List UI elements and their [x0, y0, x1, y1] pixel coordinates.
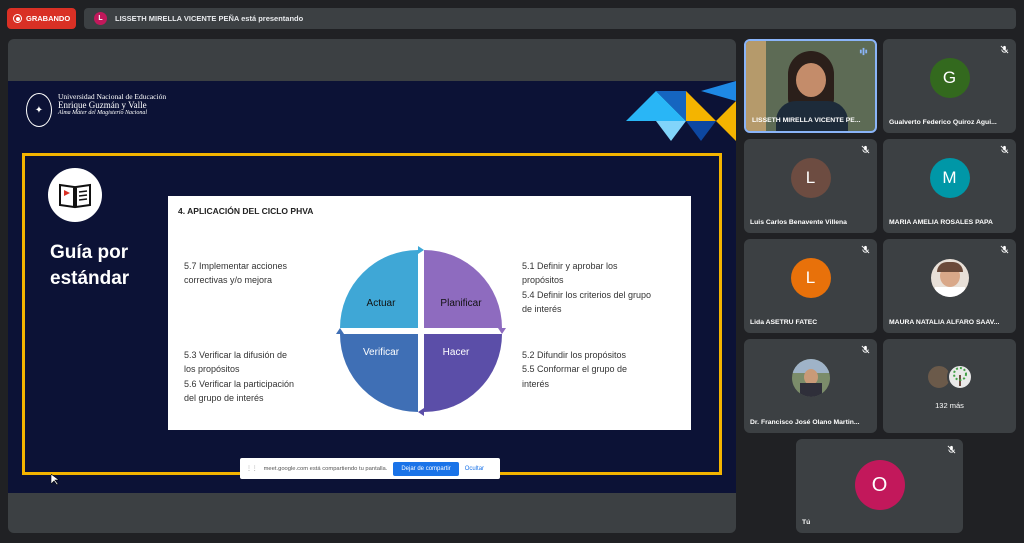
participant-tile-lida[interactable]: L Lida ASETRU FATEC: [744, 239, 877, 333]
participant-name: Gualverto Federico Quiroz Agui...: [889, 119, 997, 126]
self-name: Tú: [802, 519, 811, 526]
participant-name: MAURA NATALIA ALFARO SAAV...: [889, 319, 1000, 326]
phva-card: 4. APLICACIÓN DEL CICLO PHVA 5.7 Impleme…: [168, 196, 691, 430]
planificar-quadrant: [424, 250, 502, 328]
participant-grid: LISSETH MIRELLA VICENTE PE... G Gualvert…: [744, 39, 1016, 533]
mic-off-icon: [1000, 245, 1009, 254]
recording-label: GRABANDO: [26, 14, 71, 23]
participant-avatar: M: [929, 158, 970, 199]
participant-name: Lida ASETRU FATEC: [750, 319, 818, 326]
recording-badge: GRABANDO: [7, 8, 76, 29]
presenter-banner: L LISSETH MIRELLA VICENTE PEÑA está pres…: [84, 8, 1016, 29]
actuar-quadrant: [340, 250, 418, 328]
screen-share-notice: ⋮⋮ meet.google.com está compartiendo tu …: [240, 458, 500, 479]
guide-title-line-2: estándar: [50, 267, 130, 289]
guide-title-line-1: Guía por: [50, 242, 129, 263]
participant-tile-lisseth[interactable]: LISSETH MIRELLA VICENTE PE...: [744, 39, 877, 133]
mouse-cursor-icon: [51, 474, 59, 485]
participant-tile-gualverto[interactable]: G Gualverto Federico Quiroz Agui...: [883, 39, 1016, 133]
decorative-triangles-icon: [626, 81, 736, 141]
logo-line-2: Enrique Guzmán y Valle: [58, 99, 147, 110]
participant-avatar: L: [790, 158, 831, 199]
mic-off-icon: [861, 345, 870, 354]
participant-photo: [791, 359, 830, 398]
participant-name: LISSETH MIRELLA VICENTE PE...: [752, 117, 861, 124]
presenter-avatar: L: [94, 12, 107, 25]
logo-line-3: Alma Máter del Magisterio Nacional: [58, 110, 147, 117]
verificar-quadrant: [340, 334, 418, 412]
label-planificar: Planificar: [440, 298, 482, 309]
content-frame: Guía por estándar 4. APLICACIÓN DEL CICL…: [22, 153, 722, 475]
participant-tile-luis[interactable]: L Luis Carlos Benavente Villena: [744, 139, 877, 233]
mic-off-icon: [947, 445, 956, 454]
text-verificar: 5.3 Verificar la difusión de los propósi…: [184, 350, 295, 404]
stop-sharing-button[interactable]: Dejar de compartir: [393, 461, 459, 476]
participant-photo: [947, 364, 973, 390]
mic-off-icon: [861, 145, 870, 154]
mic-off-icon: [861, 245, 870, 254]
participant-tile-francisco[interactable]: Dr. Francisco José Olano Martin...: [744, 339, 877, 433]
hide-notice-button[interactable]: Ocultar: [465, 466, 484, 472]
mic-off-icon: [1000, 45, 1009, 54]
guide-title: Guía por estándar: [50, 240, 129, 291]
participant-tile-maura[interactable]: MAURA NATALIA ALFARO SAAV...: [883, 239, 1016, 333]
participant-name: Luis Carlos Benavente Villena: [750, 219, 847, 226]
presenter-text: LISSETH MIRELLA VICENTE PEÑA está presen…: [115, 14, 304, 23]
self-tile[interactable]: O Tú: [796, 439, 963, 533]
text-planificar: 5.1 Definir y aprobar los propósitos 5.4…: [522, 261, 652, 315]
more-count: 132 más: [935, 401, 964, 410]
phva-cycle-diagram: Actuar Planificar Verificar Hacer: [336, 246, 506, 416]
share-notice-text: meet.google.com está compartiendo tu pan…: [263, 465, 388, 472]
university-logo: ✦ Universidad Nacional de Educación Enri…: [26, 93, 166, 127]
guide-book-icon: [48, 168, 102, 222]
participant-photo: [930, 259, 969, 298]
share-grip-icon: ⋮⋮: [246, 465, 258, 472]
university-seal-icon: ✦: [26, 93, 52, 127]
mic-off-icon: [1000, 145, 1009, 154]
record-icon: [13, 14, 22, 23]
participant-name: MARIA AMELIA ROSALES PAPA: [889, 219, 993, 226]
participant-name: Dr. Francisco José Olano Martin...: [750, 419, 860, 426]
participant-tile-maria[interactable]: M MARIA AMELIA ROSALES PAPA: [883, 139, 1016, 233]
label-verificar: Verificar: [363, 347, 400, 358]
text-hacer: 5.2 Difundir los propósitos 5.5 Conforma…: [522, 350, 628, 389]
speaking-icon: [859, 47, 868, 56]
text-actuar: 5.7 Implementar acciones correctivas y/o…: [184, 261, 288, 286]
hacer-quadrant: [424, 334, 502, 412]
participant-avatar: L: [790, 258, 831, 299]
shared-slide: ✦ Universidad Nacional de Educación Enri…: [8, 81, 736, 493]
phva-heading: 4. APLICACIÓN DEL CICLO PHVA: [178, 206, 314, 216]
participant-avatar: G: [929, 58, 970, 99]
more-participants-tile[interactable]: 132 más: [883, 339, 1016, 433]
self-avatar: O: [854, 460, 905, 511]
label-actuar: Actuar: [367, 298, 397, 309]
label-hacer: Hacer: [443, 347, 470, 358]
